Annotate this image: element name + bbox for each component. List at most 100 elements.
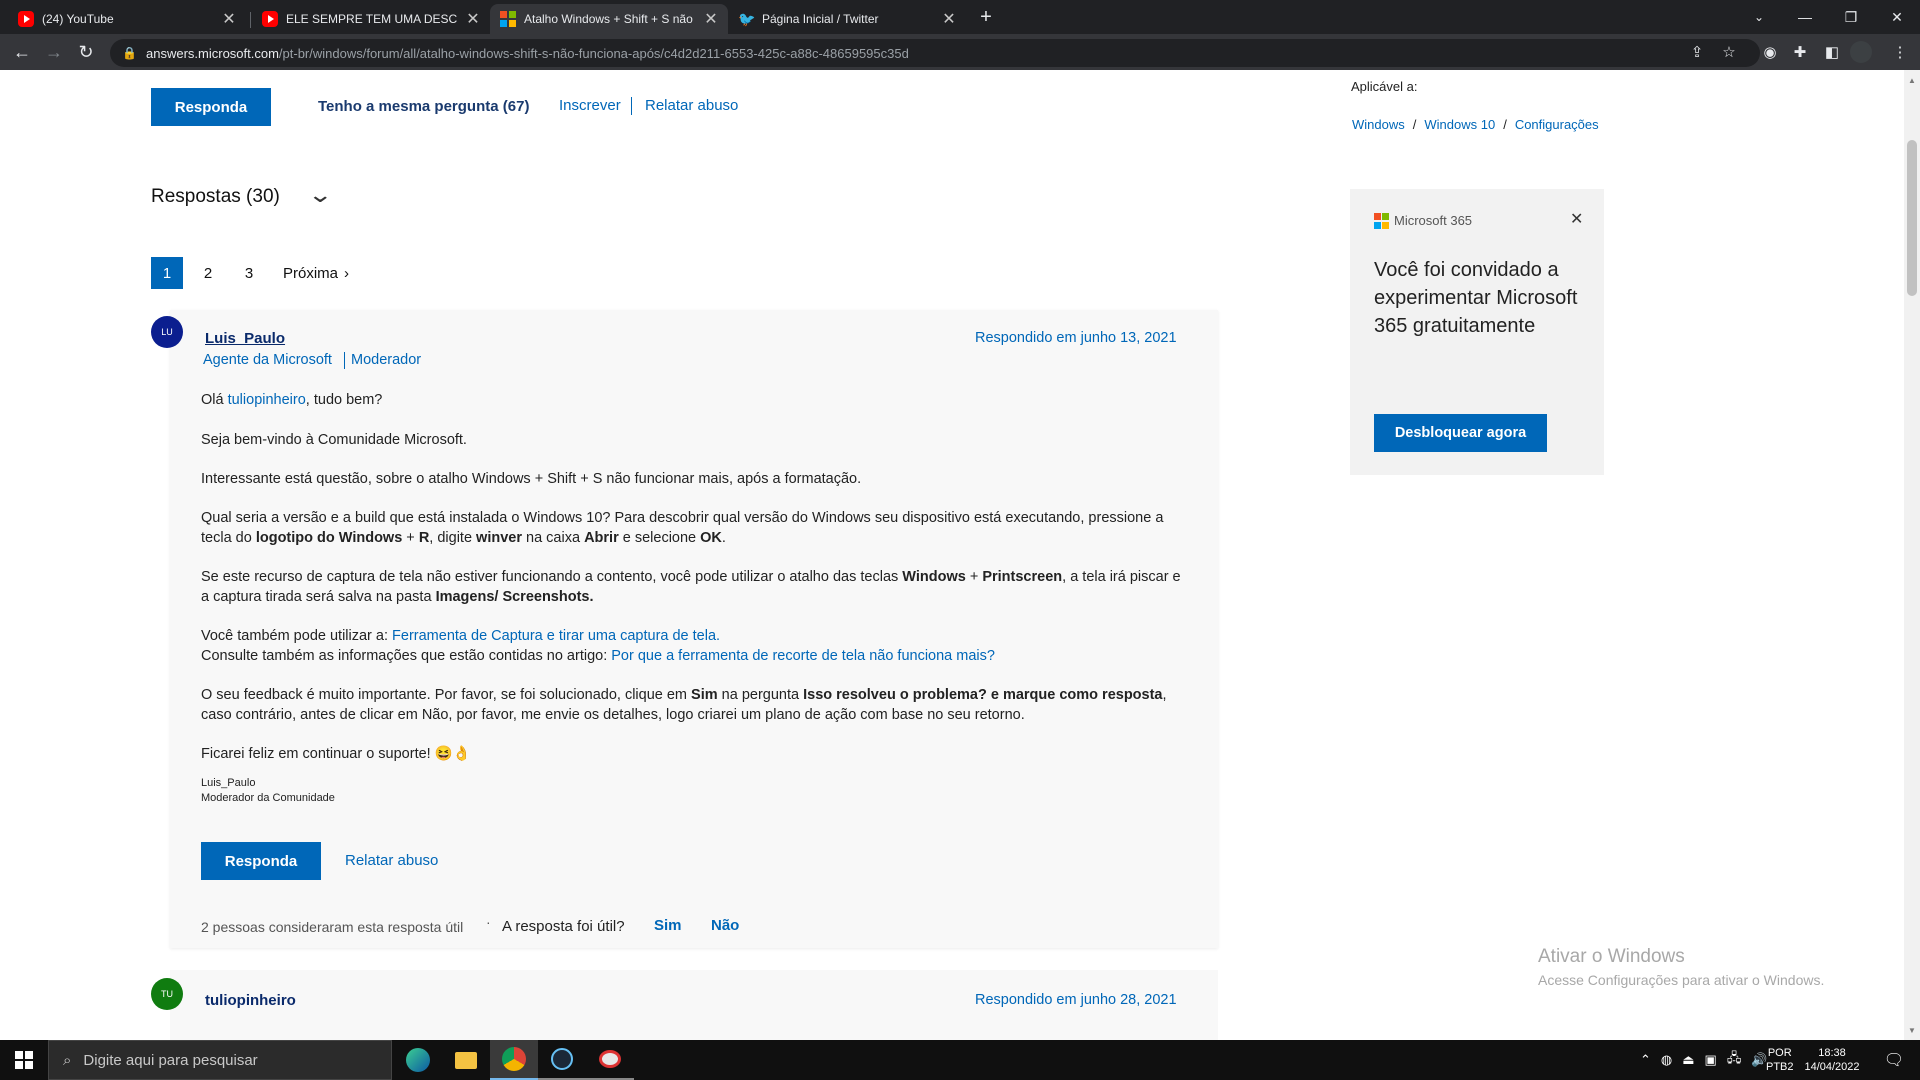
camera-icon[interactable]: ▣: [1705, 1052, 1717, 1068]
author-link[interactable]: tuliopinheiro: [205, 992, 296, 1009]
menu-icon[interactable]: ⋮: [1886, 38, 1914, 66]
breadcrumb-settings[interactable]: Configurações: [1515, 117, 1599, 132]
start-button[interactable]: [0, 1040, 48, 1080]
reply-button[interactable]: Responda: [151, 88, 271, 126]
helpful-yes-button[interactable]: Sim: [654, 917, 682, 934]
bookmark-star-icon[interactable]: ☆: [1715, 38, 1743, 66]
chevron-down-icon[interactable]: ⌄: [307, 182, 333, 208]
signature-name: Luis_Paulo: [201, 777, 256, 789]
interest-text: Interessante está questão, sobre o atalh…: [201, 471, 862, 487]
search-icon: ⌕: [63, 1051, 72, 1069]
article-text: Consulte também as informações que estão…: [201, 648, 995, 664]
app-icon[interactable]: [586, 1040, 634, 1080]
reload-icon[interactable]: ↻: [70, 34, 102, 70]
same-question-link[interactable]: Tenho a mesma pergunta (67): [318, 98, 529, 115]
profile-avatar[interactable]: [1850, 41, 1872, 63]
snipping-tool-link[interactable]: Ferramenta de Captura e tirar uma captur…: [392, 628, 720, 644]
tab-youtube-video[interactable]: ELE SEMPRE TEM UMA DESCULPA ✕: [252, 4, 490, 34]
report-abuse-link[interactable]: Relatar abuso: [645, 97, 738, 114]
avatar: LU: [151, 316, 183, 348]
closing-text: Ficarei feliz em continuar o suporte! 😆👌: [201, 746, 471, 762]
edge-icon[interactable]: [394, 1040, 442, 1080]
next-page[interactable]: Próxima ›: [283, 265, 349, 282]
network-icon[interactable]: 🖧: [1727, 1049, 1742, 1071]
scrollbar-thumb[interactable]: [1907, 140, 1917, 296]
page-2[interactable]: 2: [192, 257, 224, 289]
activation-title: Ativar o Windows: [1538, 946, 1685, 967]
role-agent: Agente da Microsoft: [203, 352, 332, 368]
helpful-question: A resposta foi útil?: [502, 918, 625, 935]
breadcrumb-separator: /: [1503, 117, 1507, 132]
close-icon[interactable]: ✕: [222, 9, 236, 29]
page-3[interactable]: 3: [233, 257, 265, 289]
tab-youtube[interactable]: (24) YouTube ✕: [8, 4, 246, 34]
ad-headline: Você foi convidado a experimentar Micros…: [1374, 259, 1578, 337]
language-indicator[interactable]: POR PTB2: [1766, 1040, 1794, 1080]
welcome-text: Seja bem-vindo à Comunidade Microsoft.: [201, 432, 467, 448]
subscribe-link[interactable]: Inscrever: [559, 97, 621, 114]
clock-time: 18:38: [1818, 1047, 1846, 1059]
taskbar-search[interactable]: ⌕ Digite aqui para pesquisar: [48, 1040, 392, 1080]
capture-text: Se este recurso de captura de tela não e…: [201, 569, 1181, 605]
share-icon[interactable]: ⇪: [1683, 38, 1711, 66]
twitter-icon: 🐦: [738, 11, 756, 27]
youtube-icon: [18, 11, 34, 27]
role-divider: [344, 352, 345, 369]
minimize-button[interactable]: —: [1782, 0, 1828, 34]
address-bar[interactable]: answers.microsoft.com/pt-br/windows/foru…: [110, 39, 1760, 67]
side-panel-icon[interactable]: ◧: [1818, 38, 1846, 66]
new-tab-button[interactable]: +: [968, 0, 1004, 34]
activation-subtitle: Acesse Configurações para ativar o Windo…: [1538, 972, 1825, 988]
close-icon[interactable]: ✕: [1570, 209, 1583, 229]
extension-icon[interactable]: ◉: [1756, 38, 1784, 66]
tab-search-icon[interactable]: ⌄: [1736, 0, 1782, 34]
mention-link[interactable]: tuliopinheiro: [228, 392, 306, 408]
file-explorer-icon[interactable]: [442, 1040, 490, 1080]
breadcrumb-windows[interactable]: Windows: [1352, 117, 1405, 132]
scroll-down-icon[interactable]: ▼: [1908, 1026, 1916, 1035]
reply-card: [170, 970, 1218, 1050]
lock-icon[interactable]: 🔒: [122, 46, 137, 60]
role-moderator: Moderador: [351, 352, 422, 368]
unlock-now-button[interactable]: Desbloquear agora: [1374, 414, 1547, 452]
taskbar-search-placeholder: Digite aqui para pesquisar: [83, 1051, 258, 1069]
restore-button[interactable]: ❐: [1828, 0, 1874, 34]
report-abuse-link[interactable]: Relatar abuso: [345, 852, 438, 869]
notification-icon[interactable]: 🗨: [1870, 1040, 1918, 1080]
avatar: TU: [151, 978, 183, 1010]
tab-title: ELE SEMPRE TEM UMA DESCULPA: [286, 12, 458, 26]
steam-icon[interactable]: [538, 1040, 586, 1080]
close-icon[interactable]: ✕: [704, 9, 718, 29]
next-page-label: Próxima: [283, 265, 339, 282]
tab-twitter[interactable]: 🐦 Página Inicial / Twitter ✕: [728, 4, 966, 34]
forward-icon[interactable]: →: [38, 34, 70, 70]
puzzle-icon[interactable]: ✚: [1786, 38, 1814, 66]
tray-expand-icon[interactable]: ⌃: [1640, 1052, 1651, 1068]
close-window-button[interactable]: ✕: [1874, 0, 1920, 34]
article-link[interactable]: Por que a ferramenta de recorte de tela …: [611, 648, 995, 664]
separator-dot: ·: [486, 914, 491, 930]
reply-button[interactable]: Responda: [201, 842, 321, 880]
reply-date: Respondido em junho 28, 2021: [975, 992, 1177, 1008]
back-icon[interactable]: ←: [6, 34, 38, 70]
close-icon[interactable]: ✕: [942, 9, 956, 29]
scroll-up-icon[interactable]: ▲: [1908, 76, 1916, 85]
tab-title: Atalho Windows + Shift + S não funciona …: [524, 12, 696, 26]
usb-icon[interactable]: ⏏: [1682, 1052, 1694, 1068]
tab-title: Página Inicial / Twitter: [762, 12, 879, 26]
url-host: answers.microsoft.com: [146, 45, 279, 61]
author-link[interactable]: Luis_Paulo: [205, 330, 285, 347]
chrome-icon[interactable]: [490, 1040, 538, 1080]
breadcrumb-windows-10[interactable]: Windows 10: [1424, 117, 1495, 132]
steam-tray-icon[interactable]: ◍: [1661, 1052, 1672, 1068]
helpful-no-button[interactable]: Não: [711, 917, 739, 934]
helpful-count: 2 pessoas consideraram esta resposta úti…: [201, 919, 464, 935]
clock-date: 14/04/2022: [1804, 1061, 1860, 1073]
tab-microsoft-answers[interactable]: Atalho Windows + Shift + S não funciona …: [490, 4, 728, 34]
page-1[interactable]: 1: [151, 257, 183, 289]
clock[interactable]: 18:38 14/04/2022: [1800, 1040, 1864, 1080]
youtube-icon: [262, 11, 278, 27]
close-icon[interactable]: ✕: [466, 9, 480, 29]
url-path: /pt-br/windows/forum/all/atalho-windows-…: [278, 45, 909, 61]
microsoft-icon: [500, 11, 516, 27]
